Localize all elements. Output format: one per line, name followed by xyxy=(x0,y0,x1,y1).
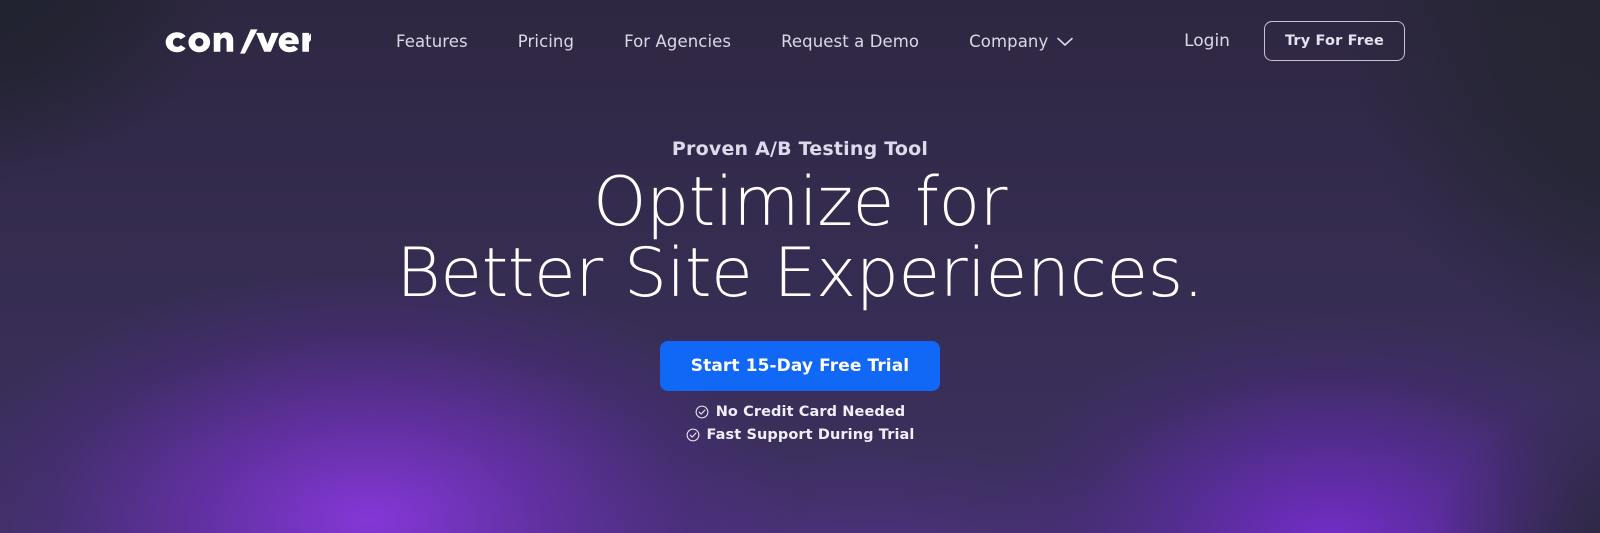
trust-item-no-credit-card: No Credit Card Needed xyxy=(695,404,906,420)
site-header: convert Features Pricing For Agencies Re… xyxy=(0,0,1600,82)
trust-item-label: Fast Support During Trial xyxy=(706,427,915,444)
login-link[interactable]: Login xyxy=(1184,31,1230,51)
header-actions: Login Try For Free xyxy=(1184,21,1405,61)
trust-item-fast-support: Fast Support During Trial xyxy=(686,427,915,443)
nav-item-pricing[interactable]: Pricing xyxy=(493,32,599,51)
check-circle-icon xyxy=(695,406,709,419)
convert-wordmark-icon xyxy=(165,29,311,54)
try-for-free-button[interactable]: Try For Free xyxy=(1263,21,1405,61)
hero-eyebrow: Proven A/B Testing Tool xyxy=(671,138,929,160)
page-title: Optimize for Better Site Experiences. xyxy=(396,163,1204,313)
trust-list: No Credit Card Needed Fast Support Durin… xyxy=(686,404,915,443)
nav-item-request-a-demo[interactable]: Request a Demo xyxy=(756,32,944,51)
headline-line-1: Optimize for xyxy=(592,163,1008,242)
landing-page: convert Features Pricing For Agencies Re… xyxy=(0,0,1600,533)
main-navigation: Features Pricing For Agencies Request a … xyxy=(371,32,1098,51)
headline-line-2: Better Site Experiences. xyxy=(396,233,1204,313)
nav-item-label: Features xyxy=(396,31,468,51)
nav-item-label: Company xyxy=(969,31,1049,51)
start-free-trial-button[interactable]: Start 15-Day Free Trial xyxy=(659,341,941,392)
nav-item-features[interactable]: Features xyxy=(371,32,493,51)
chevron-down-icon xyxy=(1057,37,1074,46)
nav-item-label: Pricing xyxy=(517,31,575,51)
trust-item-label: No Credit Card Needed xyxy=(715,404,906,421)
nav-item-for-agencies[interactable]: For Agencies xyxy=(599,32,756,51)
nav-item-label: For Agencies xyxy=(624,31,732,51)
hero-section: Proven A/B Testing Tool Optimize for Bet… xyxy=(0,82,1600,443)
nav-item-label: Request a Demo xyxy=(781,31,920,51)
brand-logo[interactable]: convert xyxy=(163,25,311,57)
check-circle-icon xyxy=(686,429,699,442)
nav-item-company[interactable]: Company xyxy=(944,32,1098,51)
